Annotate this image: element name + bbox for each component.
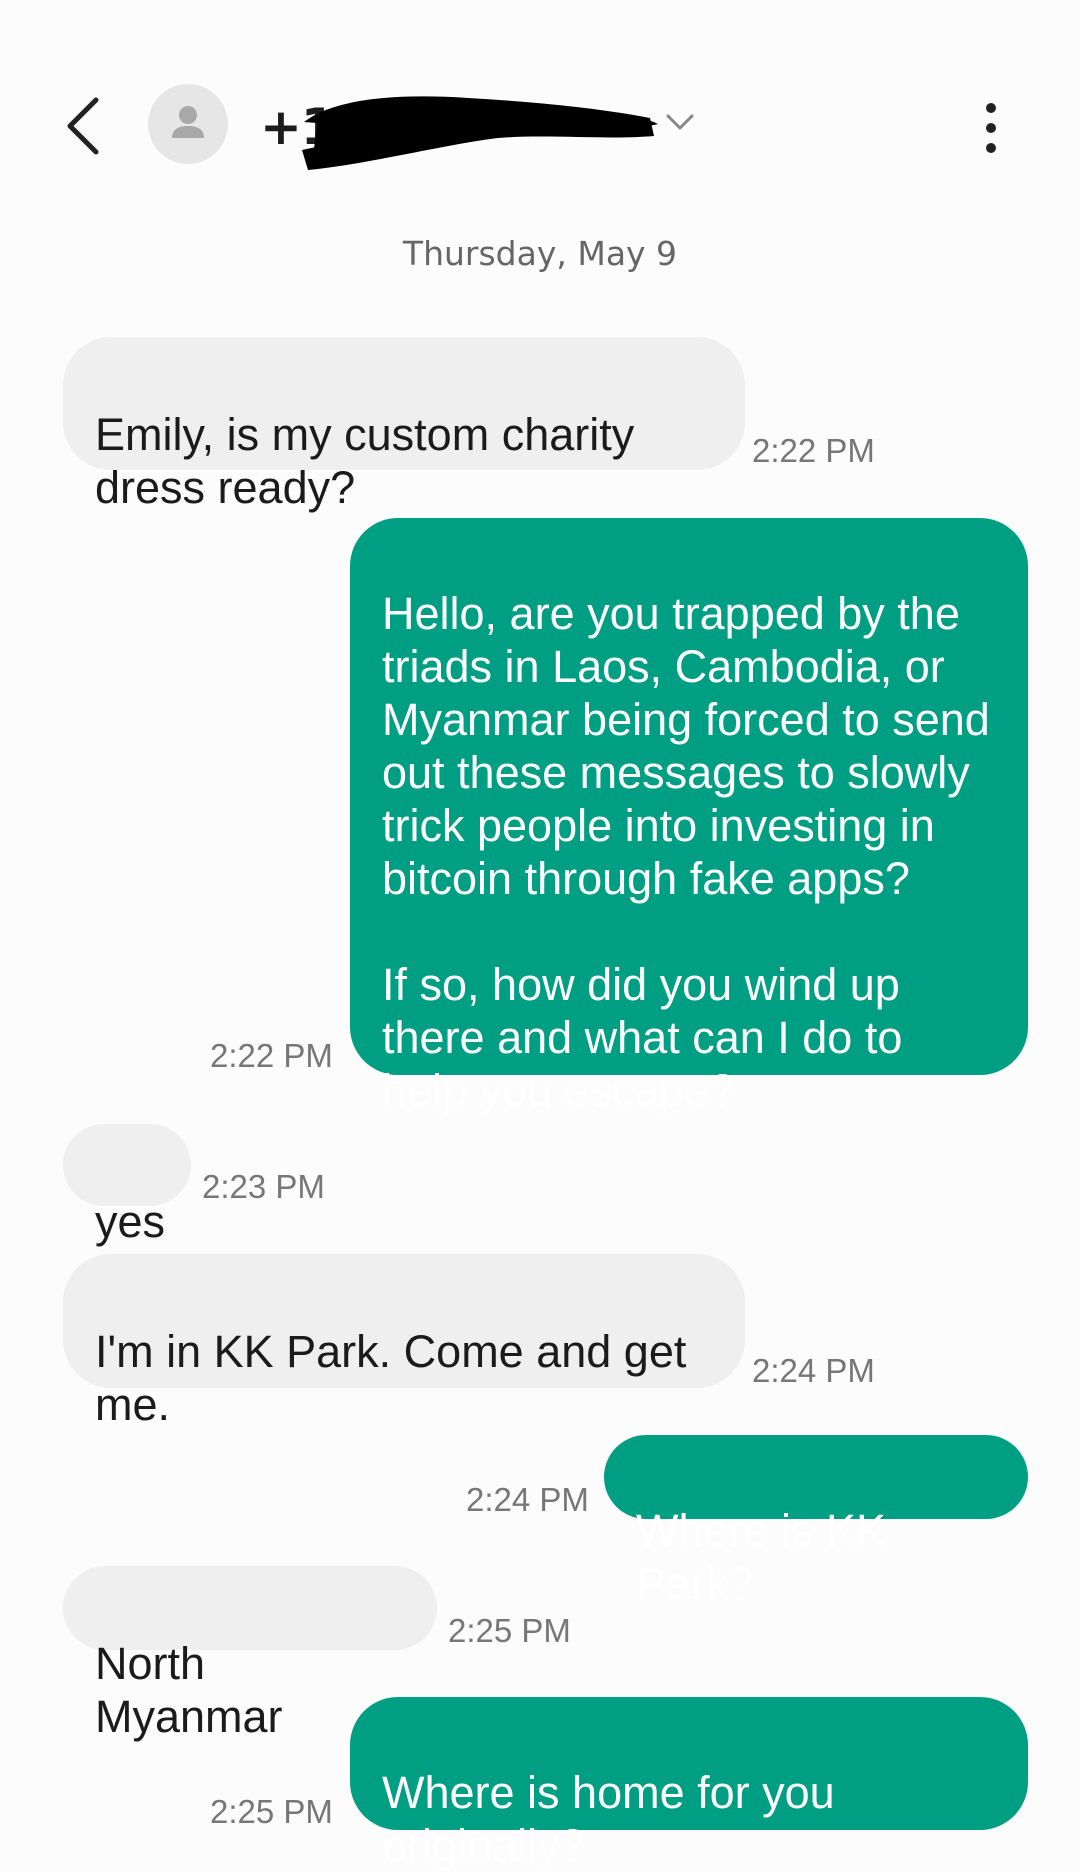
person-icon	[172, 106, 204, 138]
contact-avatar[interactable]	[148, 84, 228, 164]
chevron-down-icon[interactable]	[664, 110, 696, 134]
message-timestamp: 2:24 PM	[466, 1481, 589, 1518]
message-bubble-incoming[interactable]: yes	[63, 1124, 191, 1247]
more-vertical-icon[interactable]	[968, 96, 1014, 160]
message-text: North Myanmar	[95, 1638, 283, 1742]
message-text: Emily, is my custom charity dress ready?	[95, 409, 635, 513]
message-timestamp: 2:22 PM	[210, 1037, 333, 1074]
message-text: Where is home for you originally?	[382, 1767, 835, 1871]
message-bubble-outgoing[interactable]: Where is KK Park?	[604, 1435, 1028, 1609]
message-bubble-outgoing[interactable]: Where is home for you originally?	[350, 1697, 1028, 1871]
message-text: Where is KK Park?	[636, 1505, 887, 1609]
message-bubble-incoming[interactable]: North Myanmar	[63, 1566, 437, 1742]
date-divider: Thursday, May 9	[402, 234, 678, 273]
message-bubble-outgoing[interactable]: Hello, are you trapped by the triads in …	[350, 518, 1028, 1116]
chevron-left-icon[interactable]	[56, 92, 108, 160]
message-timestamp: 2:25 PM	[448, 1612, 571, 1649]
message-timestamp: 2:25 PM	[210, 1793, 333, 1830]
message-timestamp: 2:24 PM	[752, 1352, 875, 1389]
message-timestamp: 2:23 PM	[202, 1168, 325, 1205]
message-bubble-incoming[interactable]: I'm in KK Park. Come and get me.	[63, 1254, 745, 1430]
message-timestamp: 2:22 PM	[752, 432, 875, 469]
conversation-header: +16	[0, 0, 1080, 230]
message-text: I'm in KK Park. Come and get me.	[95, 1326, 687, 1430]
message-text: Hello, are you trapped by the triads in …	[382, 588, 990, 1116]
redaction-scribble	[302, 96, 658, 170]
message-bubble-incoming[interactable]: Emily, is my custom charity dress ready?	[63, 337, 745, 513]
message-text: yes	[95, 1196, 166, 1247]
